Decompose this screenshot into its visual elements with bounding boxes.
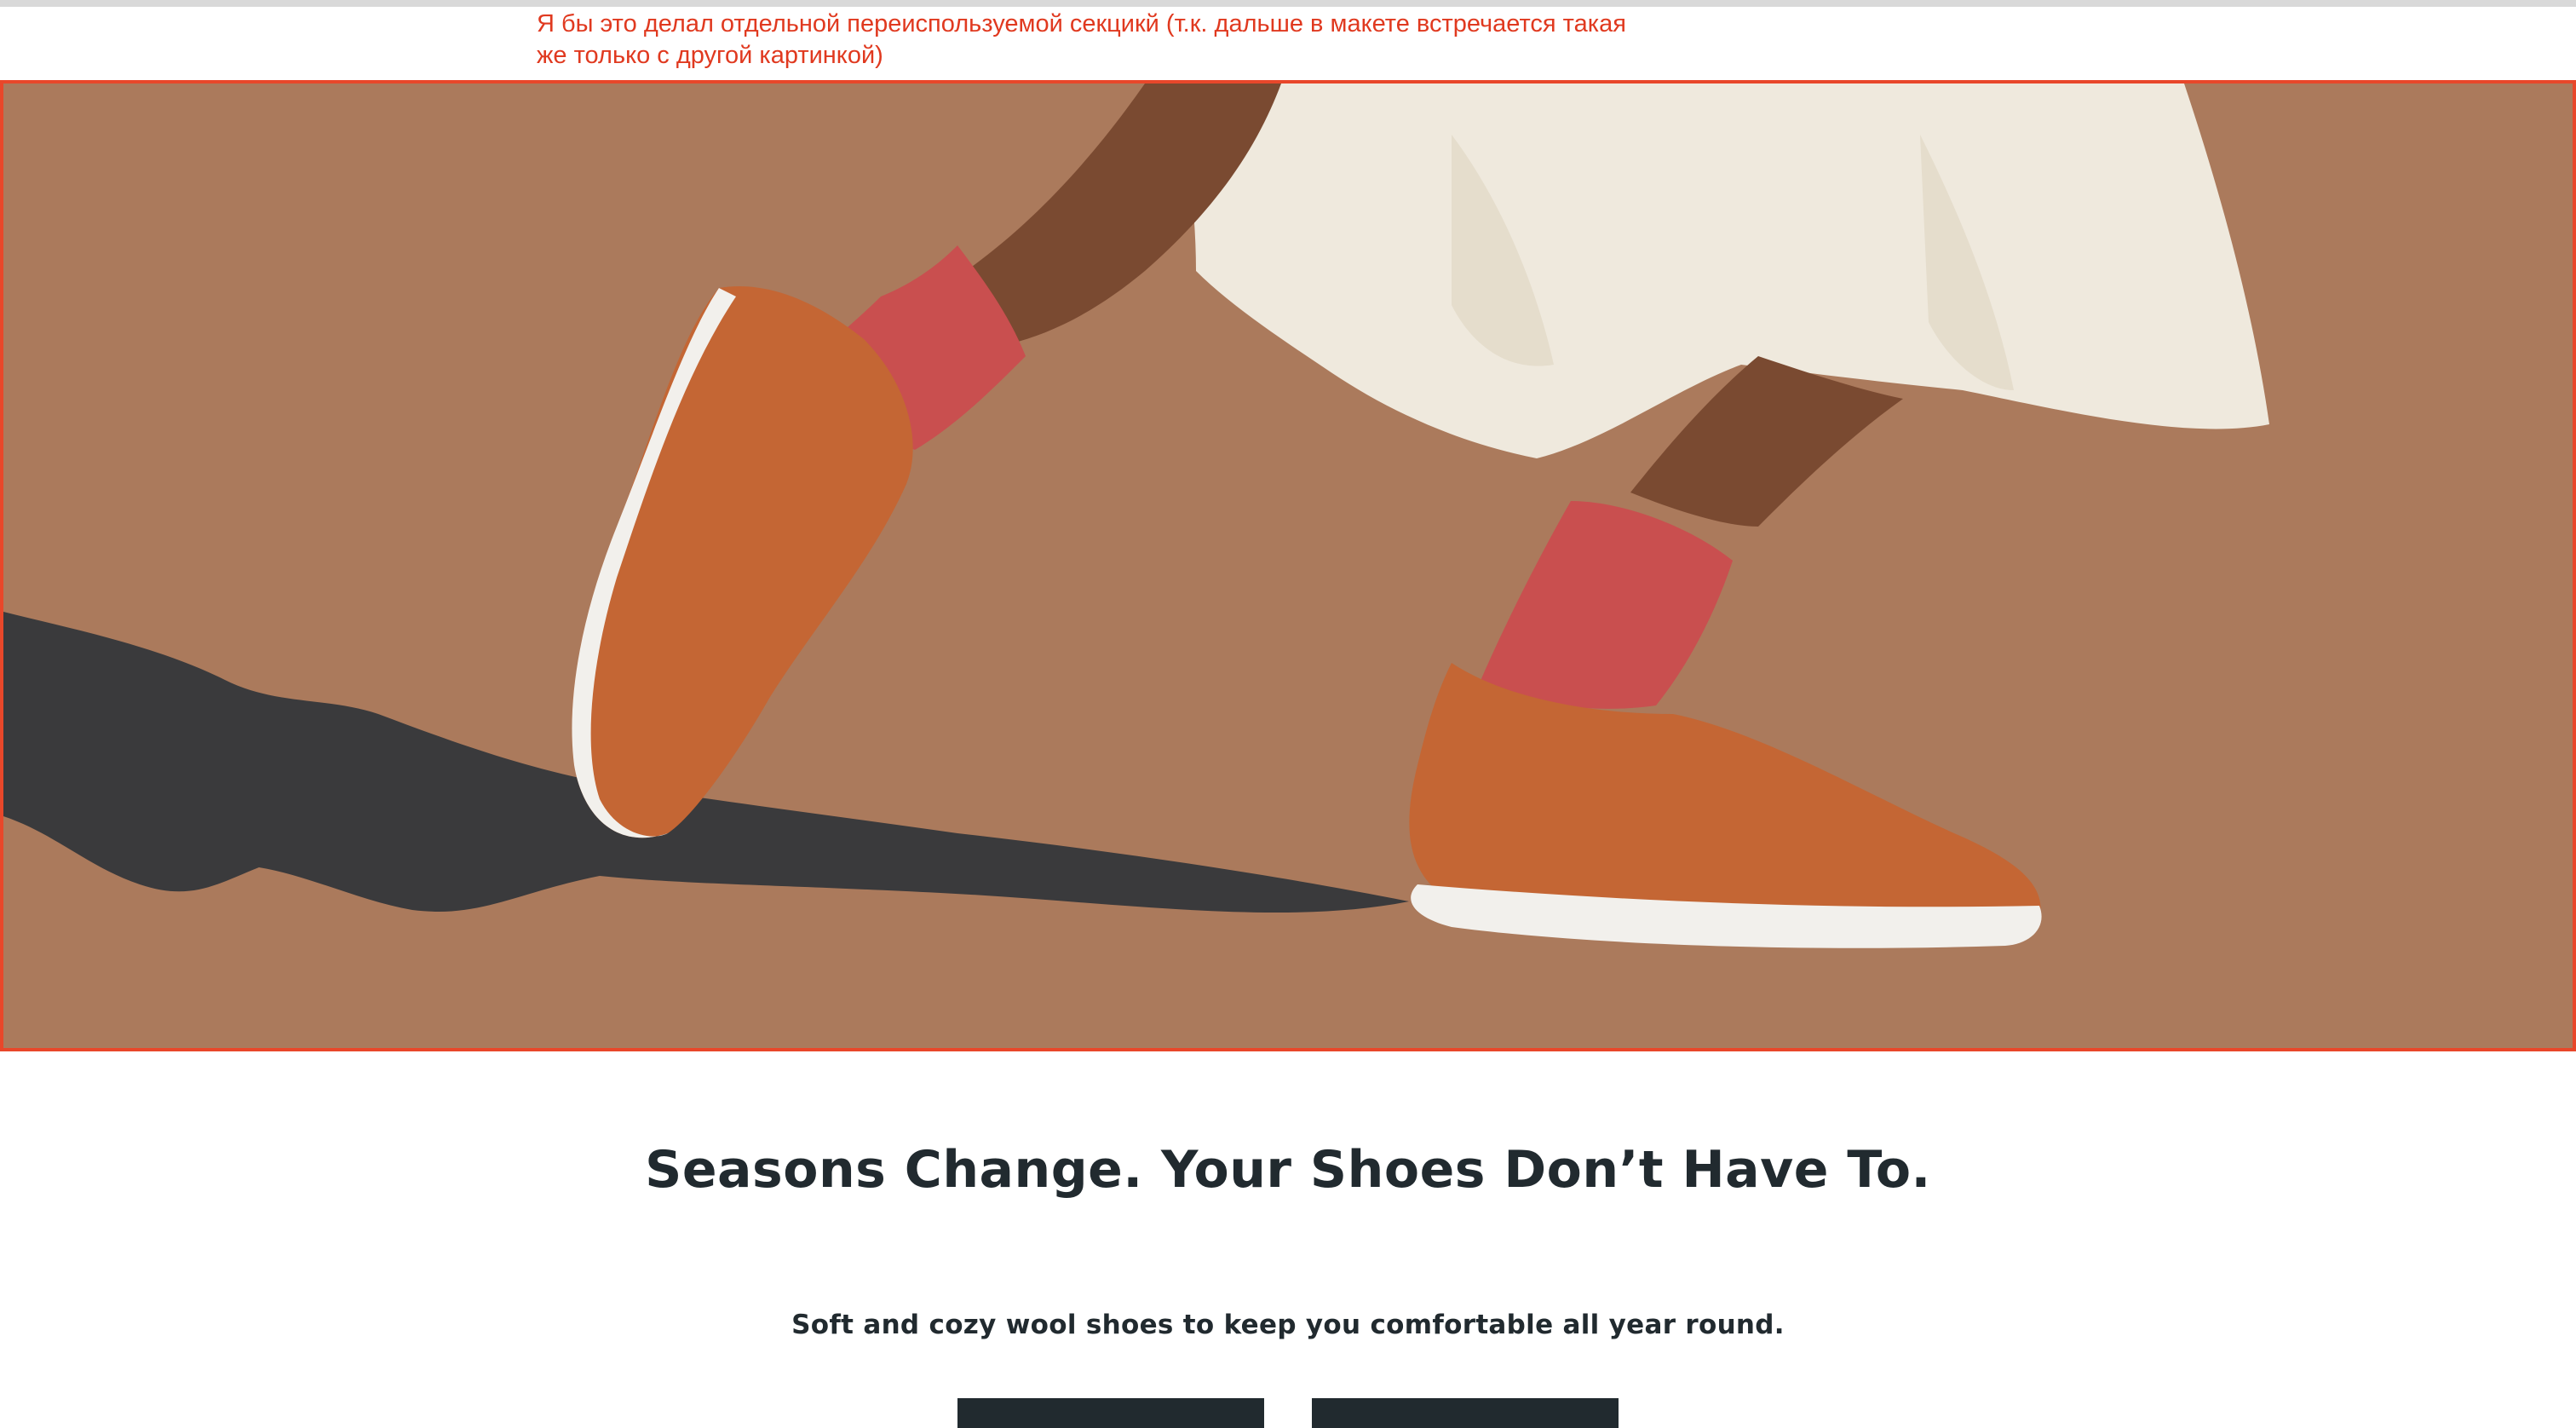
left-shoe xyxy=(572,286,913,838)
right-sock xyxy=(1477,501,1733,709)
review-comment-line-1: Я бы это делал отдельной переиспользуемо… xyxy=(537,10,1626,37)
right-shoe xyxy=(1409,663,2041,922)
section-headline: Seasons Change. Your Shoes Don’t Have To… xyxy=(645,1140,1931,1200)
hero-image xyxy=(3,83,2269,948)
top-divider xyxy=(0,0,2576,7)
review-comment: Я бы это делал отдельной переиспользуемо… xyxy=(537,9,1729,72)
section-subtext: Soft and cozy wool shoes to keep you com… xyxy=(791,1310,1785,1340)
hero-banner xyxy=(0,80,2576,1051)
review-comment-line-2: же только с другой картинкой) xyxy=(537,42,883,69)
shop-button-left[interactable] xyxy=(957,1398,1264,1428)
shop-button-right[interactable] xyxy=(1312,1398,1619,1428)
